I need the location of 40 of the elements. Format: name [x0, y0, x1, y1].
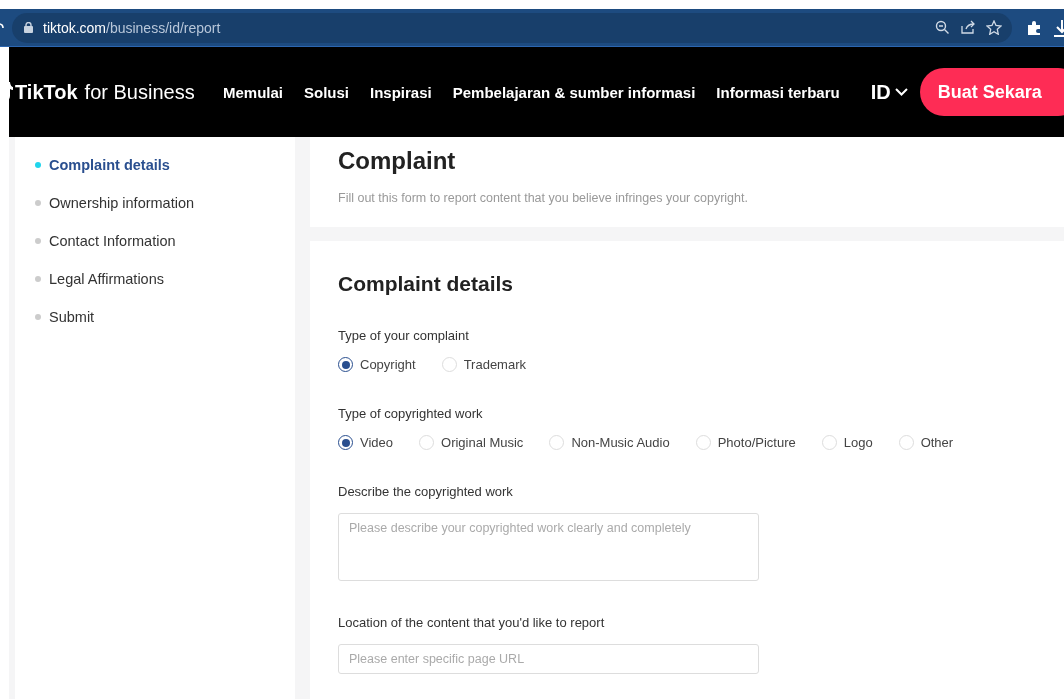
- page-title: Complaint: [338, 147, 457, 175]
- step-item[interactable]: Legal Affirmations: [49, 271, 164, 287]
- puzzle-icon[interactable]: [1026, 19, 1042, 36]
- address-bar[interactable]: tiktok.com/business/id/report: [12, 12, 1012, 43]
- field-label: Type of your complaint: [338, 328, 470, 343]
- step-item[interactable]: Ownership information: [49, 195, 195, 211]
- nav-link[interactable]: Informasi terbaru: [716, 83, 840, 101]
- radio-option[interactable]: Other: [898, 435, 954, 450]
- field-label: Type of copyrighted work: [338, 406, 484, 421]
- field-label: Location of the content that you'd like to report: [338, 615, 606, 630]
- radio-option[interactable]: Non-Music Audio: [549, 435, 670, 450]
- chevron-down-icon: [894, 88, 908, 96]
- share-icon[interactable]: [960, 20, 976, 35]
- radio-option[interactable]: Trademark: [441, 357, 526, 372]
- zoom-icon[interactable]: [935, 20, 950, 35]
- step-item[interactable]: Complaint details: [49, 157, 170, 173]
- url-text: tiktok.com/business/id/report: [43, 19, 222, 36]
- page-subtitle: Fill out this form to report content that you believe infringes your copyright.: [338, 191, 749, 205]
- lock-icon: [24, 22, 33, 33]
- radio-option[interactable]: Photo/Picture: [695, 435, 796, 450]
- logo-text[interactable]: TikTok: [15, 80, 78, 104]
- logo-suffix[interactable]: for Business: [84, 80, 195, 104]
- url-field[interactable]: Please enter specific page URL: [338, 644, 759, 674]
- step-item[interactable]: Submit: [49, 309, 95, 325]
- nav-link[interactable]: Solusi: [304, 83, 350, 101]
- field-label: Describe the copyrighted work: [338, 484, 514, 499]
- cta-button[interactable]: Buat Sekara: [919, 68, 1064, 116]
- radio-option[interactable]: Copyright: [338, 357, 416, 372]
- radio-option[interactable]: Logo: [821, 435, 873, 450]
- nav-link[interactable]: Memulai: [223, 83, 283, 101]
- step-item[interactable]: Contact Information: [49, 233, 176, 249]
- radio-option[interactable]: Original Music: [419, 435, 524, 450]
- radio-option[interactable]: Video: [338, 435, 393, 450]
- language-selector[interactable]: ID: [870, 80, 908, 104]
- download-icon[interactable]: [1054, 18, 1064, 37]
- nav-link[interactable]: Pembelajaran & sumber informasi: [452, 83, 696, 101]
- description-field[interactable]: Please describe your copyrighted work clearly and completely: [338, 513, 759, 581]
- section-title: Complaint details: [338, 272, 515, 296]
- star-icon[interactable]: [986, 20, 1002, 35]
- nav-link[interactable]: Inspirasi: [370, 83, 432, 101]
